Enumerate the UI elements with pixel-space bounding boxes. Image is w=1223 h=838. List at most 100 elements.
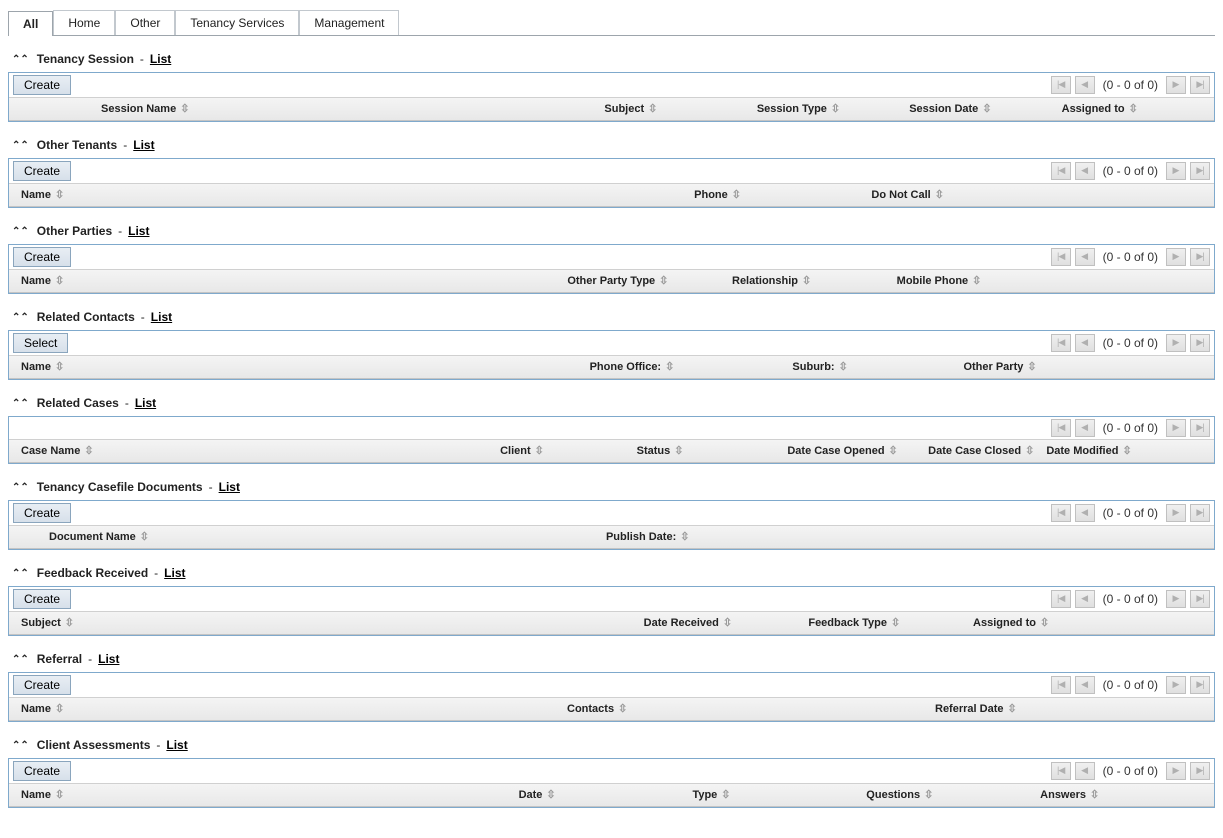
sort-icon[interactable] <box>1027 364 1036 371</box>
col-other-party-type[interactable]: Other Party Type <box>567 275 655 287</box>
pager-first-icon[interactable]: |◀ <box>1051 762 1071 780</box>
pager-prev-icon[interactable]: ◀ <box>1075 248 1095 266</box>
pager-prev-icon[interactable]: ◀ <box>1075 419 1095 437</box>
pager-last-icon[interactable]: ▶| <box>1190 76 1210 94</box>
tab-all[interactable]: All <box>8 11 53 36</box>
col-contacts[interactable]: Contacts <box>567 703 614 715</box>
select-button[interactable]: Select <box>13 333 68 353</box>
col-answers[interactable]: Answers <box>1040 789 1086 801</box>
col-name[interactable]: Name <box>21 275 51 287</box>
pager-next-icon[interactable]: ▶ <box>1166 334 1186 352</box>
collapse-icon[interactable]: ⌃⌃ <box>12 740 31 751</box>
collapse-icon[interactable]: ⌃⌃ <box>12 226 31 237</box>
col-session-date[interactable]: Session Date <box>909 103 978 115</box>
col-phone-office[interactable]: Phone Office: <box>590 361 662 373</box>
col-other-party[interactable]: Other Party <box>963 361 1023 373</box>
col-date-received[interactable]: Date Received <box>644 617 719 629</box>
create-button[interactable]: Create <box>13 247 71 267</box>
pager-next-icon[interactable]: ▶ <box>1166 248 1186 266</box>
list-link[interactable]: List <box>135 396 156 410</box>
create-button[interactable]: Create <box>13 75 71 95</box>
col-client[interactable]: Client <box>500 445 531 457</box>
col-suburb[interactable]: Suburb: <box>792 361 834 373</box>
col-phone[interactable]: Phone <box>694 189 728 201</box>
pager-last-icon[interactable]: ▶| <box>1190 504 1210 522</box>
sort-icon[interactable] <box>889 448 898 455</box>
col-session-type[interactable]: Session Type <box>757 103 827 115</box>
sort-icon[interactable] <box>802 278 811 285</box>
sort-icon[interactable] <box>1025 448 1034 455</box>
collapse-icon[interactable]: ⌃⌃ <box>12 482 31 493</box>
sort-icon[interactable] <box>535 448 544 455</box>
collapse-icon[interactable]: ⌃⌃ <box>12 140 31 151</box>
col-subject[interactable]: Subject <box>21 617 61 629</box>
pager-last-icon[interactable]: ▶| <box>1190 762 1210 780</box>
col-date[interactable]: Date <box>519 789 543 801</box>
sort-icon[interactable] <box>665 364 674 371</box>
sort-icon[interactable] <box>924 792 933 799</box>
pager-first-icon[interactable]: |◀ <box>1051 334 1071 352</box>
sort-icon[interactable] <box>140 534 149 541</box>
pager-last-icon[interactable]: ▶| <box>1190 676 1210 694</box>
sort-icon[interactable] <box>648 106 657 113</box>
sort-icon[interactable] <box>65 620 74 627</box>
tab-other[interactable]: Other <box>115 10 175 35</box>
sort-icon[interactable] <box>55 192 64 199</box>
sort-icon[interactable] <box>659 278 668 285</box>
collapse-icon[interactable]: ⌃⌃ <box>12 54 31 65</box>
pager-prev-icon[interactable]: ◀ <box>1075 676 1095 694</box>
col-relationship[interactable]: Relationship <box>732 275 798 287</box>
pager-next-icon[interactable]: ▶ <box>1166 590 1186 608</box>
sort-icon[interactable] <box>982 106 991 113</box>
sort-icon[interactable] <box>674 448 683 455</box>
sort-icon[interactable] <box>55 792 64 799</box>
col-document-name[interactable]: Document Name <box>49 531 136 543</box>
col-name[interactable]: Name <box>21 361 51 373</box>
collapse-icon[interactable]: ⌃⌃ <box>12 312 31 323</box>
col-assigned-to[interactable]: Assigned to <box>1062 103 1125 115</box>
pager-first-icon[interactable]: |◀ <box>1051 504 1071 522</box>
list-link[interactable]: List <box>151 310 172 324</box>
col-name[interactable]: Name <box>21 189 51 201</box>
pager-prev-icon[interactable]: ◀ <box>1075 162 1095 180</box>
pager-prev-icon[interactable]: ◀ <box>1075 334 1095 352</box>
sort-icon[interactable] <box>55 706 64 713</box>
sort-icon[interactable] <box>55 364 64 371</box>
pager-first-icon[interactable]: |◀ <box>1051 76 1071 94</box>
sort-icon[interactable] <box>839 364 848 371</box>
list-link[interactable]: List <box>166 738 187 752</box>
sort-icon[interactable] <box>891 620 900 627</box>
list-link[interactable]: List <box>150 52 171 66</box>
sort-icon[interactable] <box>546 792 555 799</box>
collapse-icon[interactable]: ⌃⌃ <box>12 654 31 665</box>
sort-icon[interactable] <box>1090 792 1099 799</box>
sort-icon[interactable] <box>180 106 189 113</box>
col-questions[interactable]: Questions <box>866 789 920 801</box>
col-name[interactable]: Name <box>21 703 51 715</box>
pager-prev-icon[interactable]: ◀ <box>1075 762 1095 780</box>
col-case-name[interactable]: Case Name <box>21 445 80 457</box>
pager-next-icon[interactable]: ▶ <box>1166 162 1186 180</box>
collapse-icon[interactable]: ⌃⌃ <box>12 398 31 409</box>
sort-icon[interactable] <box>972 278 981 285</box>
col-feedback-type[interactable]: Feedback Type <box>808 617 887 629</box>
sort-icon[interactable] <box>721 792 730 799</box>
col-subject[interactable]: Subject <box>604 103 644 115</box>
sort-icon[interactable] <box>732 192 741 199</box>
col-mobile-phone[interactable]: Mobile Phone <box>897 275 969 287</box>
collapse-icon[interactable]: ⌃⌃ <box>12 568 31 579</box>
sort-icon[interactable] <box>1122 448 1131 455</box>
pager-last-icon[interactable]: ▶| <box>1190 590 1210 608</box>
col-date-case-opened[interactable]: Date Case Opened <box>787 445 884 457</box>
col-date-case-closed[interactable]: Date Case Closed <box>928 445 1021 457</box>
pager-next-icon[interactable]: ▶ <box>1166 676 1186 694</box>
sort-icon[interactable] <box>723 620 732 627</box>
sort-icon[interactable] <box>1040 620 1049 627</box>
list-link[interactable]: List <box>98 652 119 666</box>
create-button[interactable]: Create <box>13 589 71 609</box>
pager-last-icon[interactable]: ▶| <box>1190 162 1210 180</box>
sort-icon[interactable] <box>55 278 64 285</box>
sort-icon[interactable] <box>935 192 944 199</box>
list-link[interactable]: List <box>133 138 154 152</box>
tab-tenancy-services[interactable]: Tenancy Services <box>175 10 299 35</box>
